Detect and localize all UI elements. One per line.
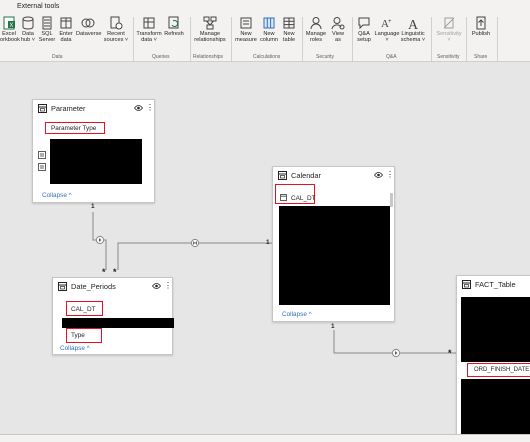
calendar-icon	[280, 194, 287, 201]
redacted-fields	[50, 139, 142, 184]
table-card-parameter[interactable]: Parameter ⋮ Parameter Type Collapse ^	[32, 99, 155, 203]
table-icon	[38, 104, 47, 113]
eye-icon[interactable]	[134, 104, 143, 112]
collapse-link[interactable]: Collapse ^	[60, 345, 90, 352]
more-icon[interactable]: ⋮	[146, 103, 154, 112]
table-icon	[278, 171, 287, 180]
field-type[interactable]: Type	[71, 332, 85, 339]
filter-arrow-icon	[190, 238, 200, 248]
card-header[interactable]: Date_Periods ⋮	[53, 278, 172, 294]
field-type-icons	[38, 151, 46, 171]
card-scrollbar[interactable]	[390, 193, 393, 207]
eye-icon[interactable]	[374, 171, 383, 179]
chevron-up-icon: ^	[308, 311, 312, 318]
cardinality-one-label: 1	[91, 203, 95, 210]
field-ord-finish-date[interactable]: ORD_FINISH_DATE	[474, 367, 529, 373]
model-view-window: External tools X Excel orkbook Data hub …	[0, 0, 530, 442]
collapse-label: Collapse	[282, 311, 307, 318]
redacted-fields	[461, 379, 530, 437]
bottom-page-strip	[0, 434, 530, 442]
card-title: Date_Periods	[71, 282, 116, 291]
cardinality-one-label: 1	[266, 239, 270, 246]
redacted-fields	[279, 206, 390, 305]
table-card-date-periods[interactable]: Date_Periods ⋮ CAL_DT Type Collapse ^	[52, 277, 174, 355]
card-header[interactable]: Parameter ⋮	[33, 100, 154, 116]
table-icon	[462, 280, 471, 289]
table-card-calendar[interactable]: Calendar ⋮ CAL_DT Collapse ^	[272, 166, 395, 322]
card-title: Calendar	[291, 171, 321, 180]
redacted-fields	[62, 318, 174, 328]
field-cal-dt[interactable]: CAL_DT	[71, 306, 96, 313]
cardinality-many-label: *	[113, 267, 117, 277]
card-title: Parameter	[51, 104, 86, 113]
eye-icon[interactable]	[152, 282, 161, 290]
card-header[interactable]: FACT_Table	[457, 276, 530, 292]
card-header[interactable]: Calendar ⋮	[273, 167, 394, 183]
filter-arrow-icon	[95, 235, 105, 245]
collapse-label: Collapse	[42, 192, 67, 199]
more-icon[interactable]: ⋮	[164, 281, 172, 290]
card-title: FACT_Table	[475, 280, 516, 289]
cardinality-many-label: *	[102, 267, 106, 277]
cardinality-many-label: *	[448, 348, 452, 358]
collapse-label: Collapse	[60, 345, 85, 352]
table-card-fact-table[interactable]: FACT_Table ORD_FINISH_DATE	[456, 275, 530, 441]
redacted-fields	[461, 297, 530, 362]
filter-arrow-icon	[391, 348, 401, 358]
relationship-lines	[92, 212, 456, 358]
cardinality-one-label: 1	[331, 323, 335, 330]
field-parameter-type[interactable]: Parameter Type	[51, 125, 96, 132]
collapse-link[interactable]: Collapse ^	[42, 192, 72, 199]
chevron-up-icon: ^	[68, 192, 72, 199]
more-icon[interactable]: ⋮	[386, 170, 394, 179]
table-icon	[58, 282, 67, 291]
collapse-link[interactable]: Collapse ^	[282, 311, 312, 318]
field-cal-dt[interactable]: CAL_DT	[291, 195, 316, 202]
chevron-up-icon: ^	[86, 345, 90, 352]
